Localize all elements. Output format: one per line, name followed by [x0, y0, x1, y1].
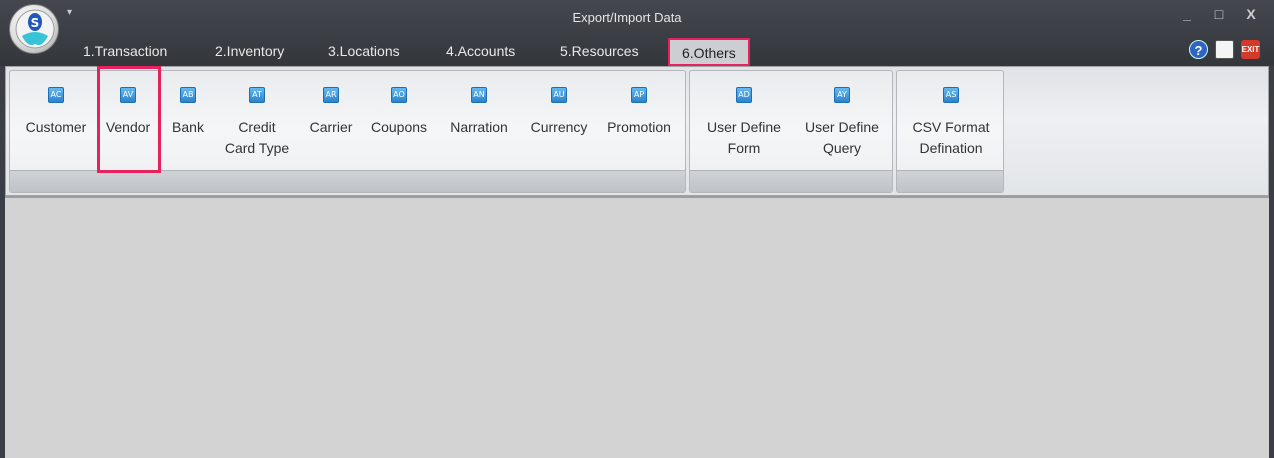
- csv-format-icon: AS: [943, 87, 959, 103]
- main-content-area: [5, 196, 1269, 458]
- currency-button[interactable]: AU Currency: [521, 87, 597, 138]
- document-icon[interactable]: [1215, 40, 1234, 59]
- user-define-form-icon: AD: [736, 87, 752, 103]
- ribbon-group-user-define: AD User Define Form AY User Define Query: [689, 70, 893, 193]
- vendor-highlight-box: [97, 66, 161, 173]
- minimize-icon[interactable]: _: [1180, 6, 1194, 22]
- narration-icon: AN: [471, 87, 487, 103]
- ribbon-group-csv: AS CSV Format Defination: [896, 70, 1004, 193]
- bank-button[interactable]: AB Bank: [166, 87, 210, 138]
- bank-icon: AB: [180, 87, 196, 103]
- window-title: Export/Import Data: [572, 10, 682, 25]
- ribbon-group-footer: [897, 170, 1003, 192]
- user-define-query-icon: AY: [834, 87, 850, 103]
- exit-icon[interactable]: EXIT: [1241, 40, 1260, 59]
- promotion-button[interactable]: AP Promotion: [600, 87, 678, 138]
- customer-icon: AC: [48, 87, 64, 103]
- customer-button[interactable]: AC Customer: [17, 87, 95, 138]
- user-define-query-button[interactable]: AY User Define Query: [794, 87, 890, 159]
- credit-card-type-icon: AT: [249, 87, 265, 103]
- restore-icon[interactable]: □: [1212, 6, 1226, 22]
- user-define-form-button[interactable]: AD User Define Form: [696, 87, 792, 159]
- credit-card-type-button[interactable]: AT Credit Card Type: [213, 87, 301, 159]
- tab-transaction[interactable]: 1.Transaction: [83, 43, 167, 59]
- ribbon-group-footer: [690, 170, 892, 192]
- ribbon-group-footer: [10, 170, 685, 192]
- close-icon[interactable]: X: [1244, 6, 1258, 22]
- tab-accounts[interactable]: 4.Accounts: [446, 43, 515, 59]
- tab-others[interactable]: 6.Others: [668, 38, 750, 66]
- tab-inventory[interactable]: 2.Inventory: [215, 43, 284, 59]
- narration-button[interactable]: AN Narration: [441, 87, 517, 138]
- promotion-icon: AP: [631, 87, 647, 103]
- title-bar: S ▾ Export/Import Data _ □ X 1.Transacti…: [0, 0, 1274, 66]
- tab-locations[interactable]: 3.Locations: [328, 43, 400, 59]
- ribbon-panel: AC Customer AV Vendor AB Bank AT Credit …: [5, 66, 1269, 196]
- carrier-icon: AR: [323, 87, 339, 103]
- currency-icon: AU: [551, 87, 567, 103]
- carrier-button[interactable]: AR Carrier: [304, 87, 358, 138]
- coupons-button[interactable]: AO Coupons: [364, 87, 434, 138]
- coupons-icon: AO: [391, 87, 407, 103]
- help-icon[interactable]: ?: [1189, 40, 1208, 59]
- ribbon-tabs: 1.Transaction 2.Inventory 3.Locations 4.…: [0, 38, 900, 66]
- csv-format-defination-button[interactable]: AS CSV Format Defination: [901, 87, 1001, 159]
- tab-resources[interactable]: 5.Resources: [560, 43, 639, 59]
